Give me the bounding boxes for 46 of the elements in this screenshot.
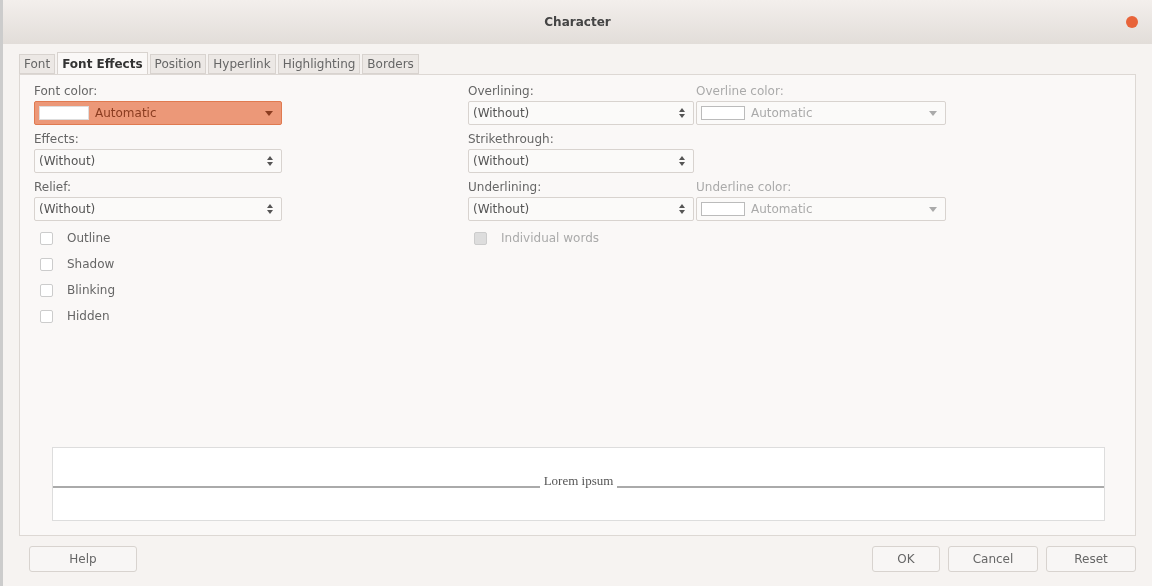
checkbox-label: Blinking	[67, 283, 115, 297]
dialog-button[interactable]: OK	[872, 546, 940, 572]
field-label: Underlining:	[468, 179, 543, 196]
checkbox[interactable]	[40, 257, 53, 271]
color-swatch-icon	[701, 106, 745, 120]
spinner-arrows-icon	[267, 156, 273, 166]
field-label: Effects:	[34, 131, 80, 148]
spinner-arrows-icon	[679, 204, 685, 214]
checkbox[interactable]	[40, 231, 53, 245]
help-button[interactable]: Help	[29, 546, 137, 572]
checkbox-label: Hidden	[67, 309, 110, 323]
field-label: Underline color:	[696, 179, 793, 196]
dropdown-arrow-icon	[929, 110, 937, 116]
color-dropdown[interactable]: Automatic	[34, 101, 282, 125]
dialog-button[interactable]: Reset	[1046, 546, 1136, 572]
select-field[interactable]: (Without)	[34, 197, 282, 221]
tab[interactable]: Highlighting	[277, 54, 361, 74]
select-field[interactable]: (Without)	[468, 197, 694, 221]
spinner-arrows-icon	[679, 156, 685, 166]
field-label: Font color:	[34, 83, 99, 100]
dropdown-arrow-icon	[929, 206, 937, 212]
tab[interactable]: Borders	[362, 54, 419, 74]
tab[interactable]: Hyperlink	[208, 54, 276, 74]
tab[interactable]: Position	[149, 54, 207, 74]
dropdown-arrow-icon	[265, 110, 273, 116]
checkbox[interactable]	[40, 309, 53, 323]
field-label: Overline color:	[696, 83, 785, 100]
spinner-arrows-icon	[267, 204, 273, 214]
dialog-button[interactable]: Cancel	[948, 546, 1038, 572]
field-label: Relief:	[34, 179, 73, 196]
tab[interactable]: Font Effects	[57, 52, 148, 74]
checkbox[interactable]	[40, 283, 53, 297]
window-title: Character	[544, 15, 611, 29]
color-swatch-icon	[701, 202, 745, 216]
select-field[interactable]: (Without)	[468, 101, 694, 125]
tab[interactable]: Font	[19, 54, 56, 74]
close-icon[interactable]	[1126, 16, 1138, 28]
select-field[interactable]: (Without)	[34, 149, 282, 173]
checkbox-label: Outline	[67, 231, 111, 245]
field-label: Overlining:	[468, 83, 535, 100]
spinner-arrows-icon	[679, 108, 685, 118]
color-swatch-icon	[39, 106, 89, 120]
checkbox-label: Shadow	[67, 257, 115, 271]
select-field[interactable]: (Without)	[468, 149, 694, 173]
checkbox-label: Individual words	[501, 231, 599, 245]
field-label: Strikethrough:	[468, 131, 555, 148]
